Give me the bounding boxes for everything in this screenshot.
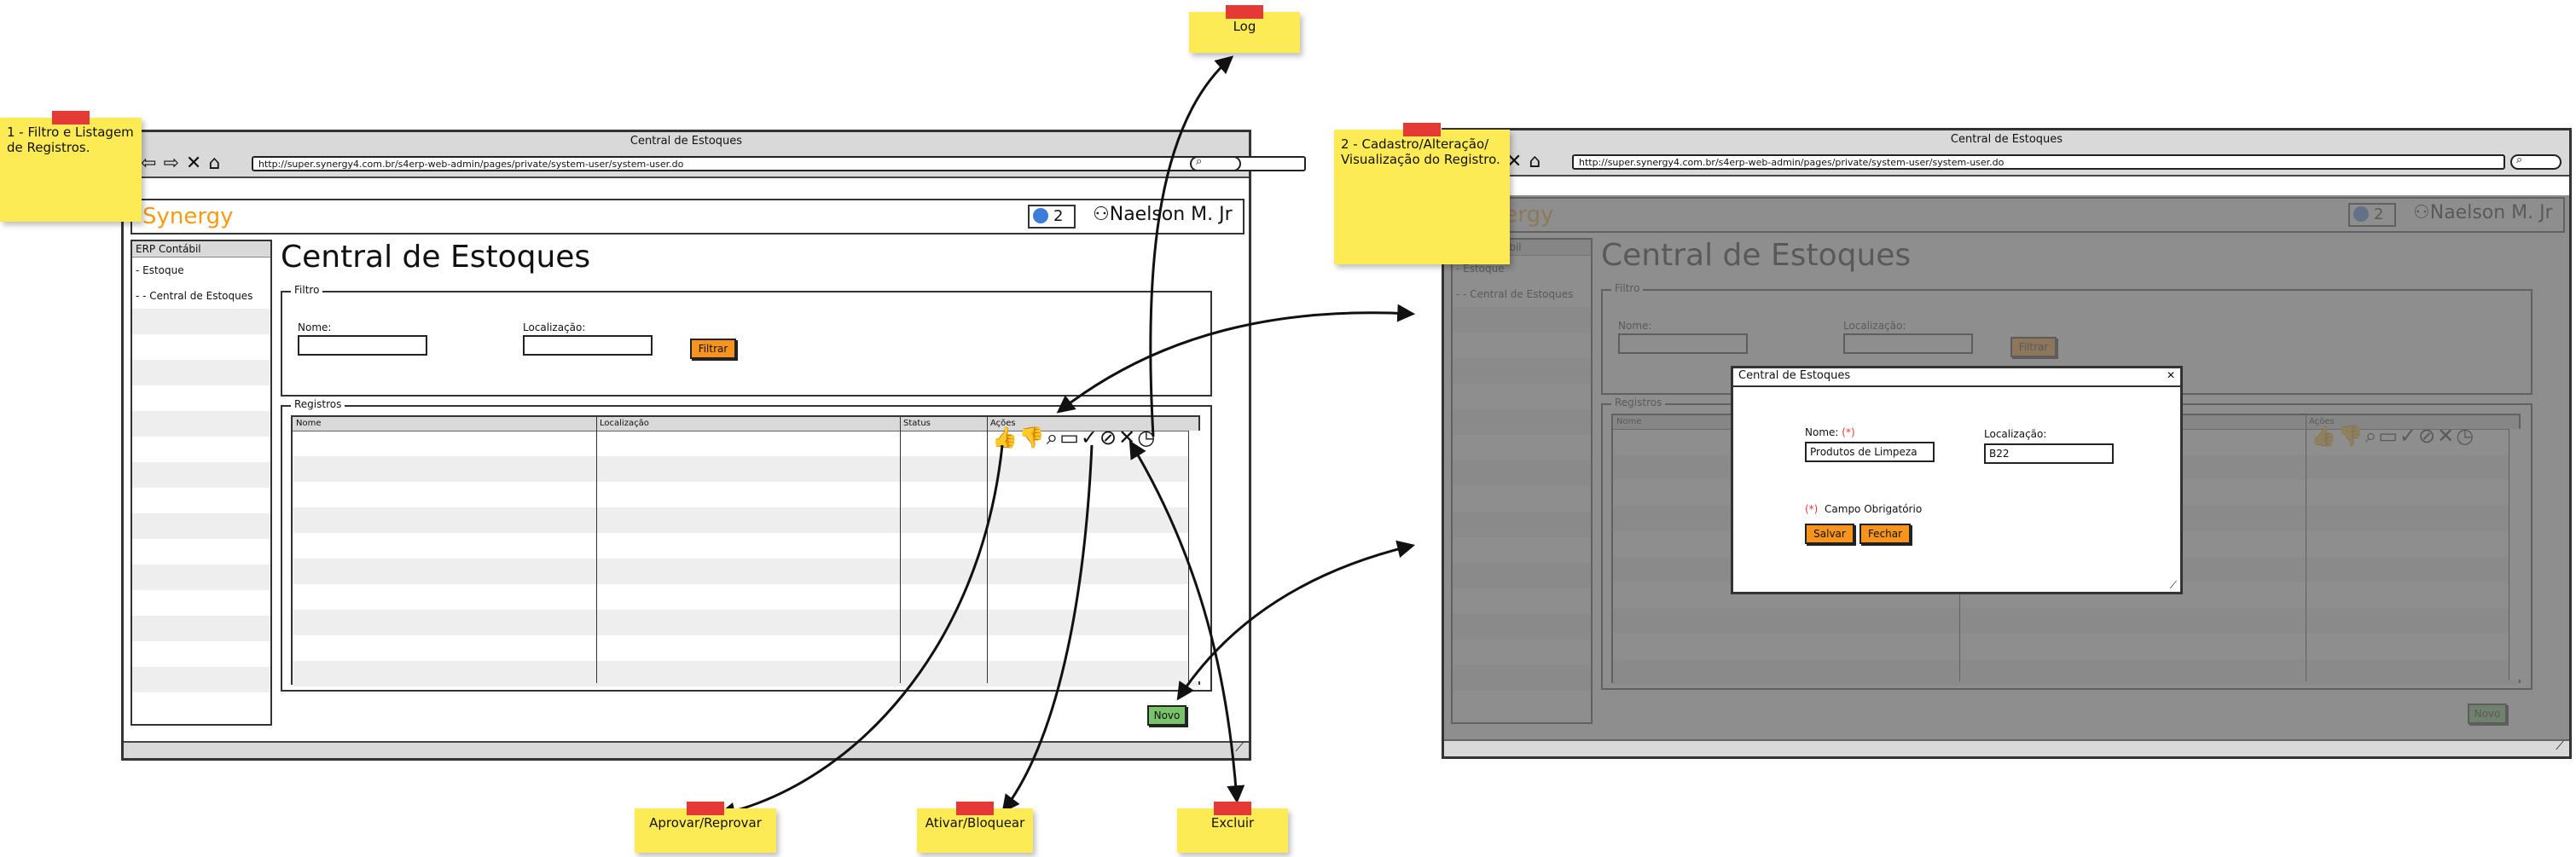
tape xyxy=(1403,123,1441,136)
sticky-note-log: Log xyxy=(1189,5,1300,53)
tape xyxy=(52,111,90,124)
note-log: Log xyxy=(1233,19,1256,34)
note-aprovar: Aprovar/Reprovar xyxy=(649,815,762,831)
sticky-note-ativar: Ativar/Bloquear xyxy=(917,802,1033,853)
tape xyxy=(687,802,724,815)
note-cadastro: 2 - Cadastro/Alteração/ Visualização do … xyxy=(1341,136,1500,167)
note-excluir: Excluir xyxy=(1210,815,1255,831)
sticky-note-2: 2 - Cadastro/Alteração/ Visualização do … xyxy=(1334,123,1510,264)
sticky-note-aprovar: Aprovar/Reprovar xyxy=(635,802,776,853)
tape xyxy=(956,802,994,815)
tape xyxy=(1226,5,1263,19)
sticky-note-excluir: Excluir xyxy=(1177,802,1288,853)
annotation-arrows xyxy=(717,55,1416,820)
sticky-note-1: 1 - Filtro e Listagem de Registros. xyxy=(0,111,142,222)
note-filtro-listagem: 1 - Filtro e Listagem de Registros. xyxy=(7,124,134,155)
note-ativar: Ativar/Bloquear xyxy=(925,815,1025,831)
tape xyxy=(1214,802,1251,815)
